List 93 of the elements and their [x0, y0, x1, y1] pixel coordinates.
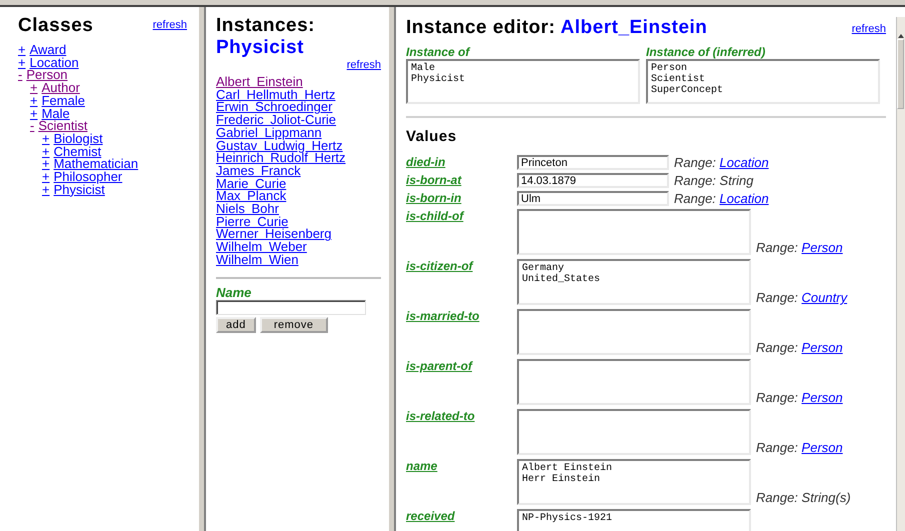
value-list-field[interactable]: Germany United_States — [517, 259, 751, 305]
class-link[interactable]: Award — [30, 42, 66, 57]
property-link[interactable]: is-born-at — [406, 173, 462, 187]
range-label: Range: — [756, 490, 799, 505]
property-link[interactable]: is-related-to — [406, 409, 475, 423]
property-link[interactable]: is-born-in — [406, 191, 462, 205]
instance-link[interactable]: Frederic Joliot-Curie — [216, 114, 381, 127]
scroll-thumb[interactable] — [897, 39, 904, 109]
property-link[interactable]: is-child-of — [406, 209, 464, 223]
expand-toggle[interactable]: - — [30, 118, 34, 134]
expand-toggle[interactable]: + — [42, 169, 50, 184]
name-field[interactable] — [216, 300, 366, 315]
class-link[interactable]: Philosopher — [54, 169, 122, 184]
property-link[interactable]: name — [406, 459, 438, 473]
refresh-link[interactable]: refresh — [852, 23, 886, 35]
section-heading: Values — [406, 128, 458, 145]
range-link[interactable]: Country — [802, 290, 848, 305]
class-name: Physicist — [216, 37, 305, 59]
range-link[interactable]: Person — [802, 440, 843, 455]
expand-toggle[interactable]: + — [42, 182, 50, 197]
class-link[interactable]: Male — [42, 106, 70, 121]
group-label: Instance of — [406, 45, 472, 59]
expand-toggle[interactable]: + — [42, 156, 50, 172]
instance-link[interactable]: Heinrich Rudolf Hertz — [216, 152, 381, 165]
range-label: Range: — [674, 173, 717, 188]
value-list-field[interactable] — [517, 309, 751, 355]
class-link[interactable]: Mathematician — [54, 156, 138, 172]
value-list-field[interactable] — [517, 359, 751, 405]
range-link[interactable]: Location — [720, 155, 769, 170]
expand-toggle[interactable]: + — [30, 92, 38, 108]
instance-link[interactable]: Carl Hellmuth Hertz — [216, 88, 381, 102]
class-link[interactable]: Location — [30, 54, 79, 70]
panel-title: Instances: — [216, 15, 316, 37]
refresh-link[interactable]: refresh — [152, 19, 187, 31]
property-link[interactable]: is-citizen-of — [406, 259, 473, 273]
range-label: Range: — [756, 440, 799, 455]
value-field[interactable]: 14.03.1879 — [517, 173, 669, 188]
instance-link[interactable]: Erwin Schroedinger — [216, 101, 381, 114]
expand-toggle[interactable]: + — [18, 54, 26, 70]
value-list-field[interactable] — [517, 409, 751, 455]
value-field[interactable]: Ulm — [517, 191, 669, 206]
class-link[interactable]: Biologist — [54, 130, 103, 146]
range-link[interactable]: Person — [802, 240, 843, 255]
range-label: Range: — [674, 191, 717, 206]
instance-link[interactable]: Gustav Ludwig Hertz — [216, 140, 381, 152]
instance-link[interactable]: Gabriel Lippmann — [216, 126, 381, 140]
instance-link[interactable]: Marie Curie — [216, 178, 381, 190]
value-list-field[interactable] — [517, 209, 751, 255]
property-link[interactable]: is-parent-of — [406, 359, 472, 373]
value-list-field[interactable]: NP-Physics-1921 — [517, 509, 751, 531]
range-link[interactable]: Person — [802, 390, 843, 405]
expand-toggle[interactable]: - — [18, 67, 22, 82]
property-link[interactable]: received — [406, 509, 455, 523]
range-label: Range: — [756, 240, 799, 255]
class-list-field[interactable]: Person Scientist SuperConcept — [646, 59, 880, 104]
instance-link[interactable]: Werner Heisenberg — [216, 228, 381, 242]
field-label: Name — [216, 284, 252, 300]
property-link[interactable]: died-in — [406, 155, 446, 169]
expand-toggle[interactable]: + — [42, 144, 50, 159]
range-type: String(s) — [802, 490, 851, 505]
editor-title: Instance editor: Albert_Einstein — [406, 17, 708, 39]
instance-link[interactable]: James Franck — [216, 164, 381, 178]
expand-toggle[interactable]: + — [30, 106, 38, 121]
instance-link[interactable]: Albert Einstein — [216, 76, 381, 89]
value-field[interactable]: Princeton — [517, 155, 669, 170]
range-label: Range: — [756, 340, 799, 355]
range-label: Range: — [756, 390, 799, 405]
instance-link[interactable]: Max Planck — [216, 190, 381, 204]
refresh-link[interactable]: refresh — [216, 59, 381, 71]
group-label: Instance of (inferred) — [646, 45, 766, 59]
range-type: String — [720, 173, 754, 188]
class-link[interactable]: Female — [42, 92, 85, 108]
value-list-field[interactable]: Albert Einstein Herr Einstein — [517, 459, 751, 505]
class-link[interactable]: Author — [42, 80, 80, 96]
class-list-field[interactable]: Male Physicist — [406, 59, 640, 104]
instance-link[interactable]: Wilhelm Wien — [216, 254, 381, 267]
add-button[interactable]: add — [216, 316, 256, 333]
range-link[interactable]: Person — [802, 340, 843, 355]
instance-link[interactable]: Pierre Curie — [216, 216, 381, 228]
panel-title: Classes — [18, 15, 94, 37]
instance-link[interactable]: Niels Bohr — [216, 203, 381, 216]
range-label: Range: — [674, 155, 717, 170]
expand-toggle[interactable]: + — [42, 130, 50, 146]
class-link[interactable]: Scientist — [38, 118, 88, 134]
expand-toggle[interactable]: + — [18, 42, 26, 57]
class-link[interactable]: Person — [26, 67, 68, 82]
scrollbar[interactable] — [896, 17, 905, 531]
expand-toggle[interactable]: + — [30, 80, 38, 96]
range-link[interactable]: Location — [720, 191, 769, 206]
instance-link[interactable]: Wilhelm Weber — [216, 241, 381, 254]
remove-button[interactable]: remove — [260, 316, 328, 333]
range-label: Range: — [756, 290, 799, 305]
property-link[interactable]: is-married-to — [406, 309, 480, 323]
